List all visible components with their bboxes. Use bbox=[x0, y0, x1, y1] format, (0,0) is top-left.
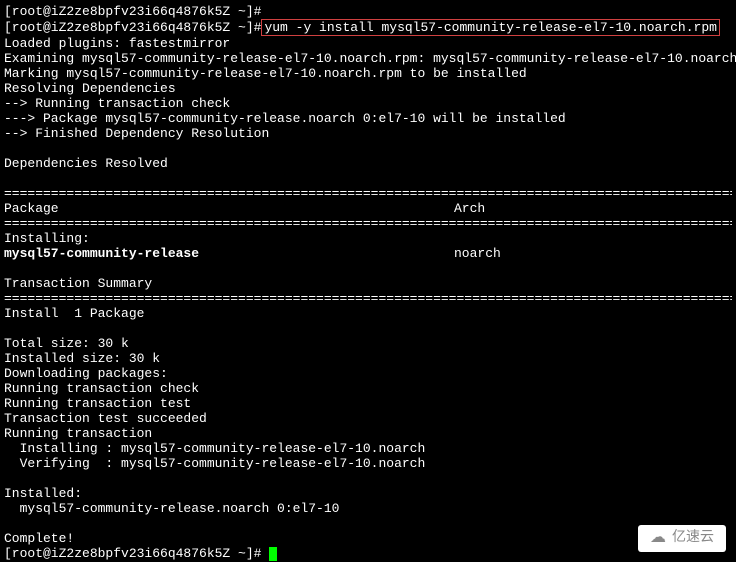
installing-label: Installing: bbox=[4, 231, 732, 246]
installed-pkg: mysql57-community-release.noarch 0:el7-1… bbox=[4, 501, 732, 516]
divider-top: ========================================… bbox=[4, 186, 732, 201]
watermark-badge: ☁ 亿速云 bbox=[638, 525, 726, 552]
total-size: Total size: 30 k bbox=[4, 336, 732, 351]
divider-bottom: ========================================… bbox=[4, 291, 732, 306]
install-count: Install 1 Package bbox=[4, 306, 732, 321]
package-arch: noarch bbox=[454, 246, 732, 261]
blank-line bbox=[4, 141, 732, 156]
blank-line bbox=[4, 261, 732, 276]
transaction-summary: Transaction Summary bbox=[4, 276, 732, 291]
cloud-icon: ☁ bbox=[650, 531, 666, 546]
blank-line bbox=[4, 516, 732, 531]
blank-line bbox=[4, 471, 732, 486]
watermark-text: 亿速云 bbox=[672, 531, 714, 546]
shell-prompt: [root@iZ2ze8bpfv23i66q4876k5Z ~]# bbox=[4, 20, 261, 35]
prompt-line-3[interactable]: [root@iZ2ze8bpfv23i66q4876k5Z ~]# bbox=[4, 546, 732, 561]
verifying-line: Verifying : mysql57-community-release-el… bbox=[4, 456, 732, 471]
table-header-arch: Arch bbox=[454, 201, 732, 216]
downloading: Downloading packages: bbox=[4, 366, 732, 381]
output-examining: Examining mysql57-community-release-el7-… bbox=[4, 51, 732, 66]
output-package-will: ---> Package mysql57-community-release.n… bbox=[4, 111, 732, 126]
table-header-package: Package bbox=[4, 201, 454, 216]
installed-size: Installed size: 30 k bbox=[4, 351, 732, 366]
cursor-icon bbox=[269, 547, 277, 561]
shell-prompt: [root@iZ2ze8bpfv23i66q4876k5Z ~]# bbox=[4, 546, 269, 561]
running-test: Running transaction test bbox=[4, 396, 732, 411]
output-loaded-plugins: Loaded plugins: fastestmirror bbox=[4, 36, 732, 51]
blank-line bbox=[4, 171, 732, 186]
complete: Complete! bbox=[4, 531, 732, 546]
output-running-check: --> Running transaction check bbox=[4, 96, 732, 111]
package-name: mysql57-community-release bbox=[4, 246, 454, 261]
test-succeeded: Transaction test succeeded bbox=[4, 411, 732, 426]
output-finished: --> Finished Dependency Resolution bbox=[4, 126, 732, 141]
output-resolving: Resolving Dependencies bbox=[4, 81, 732, 96]
divider-mid: ========================================… bbox=[4, 216, 732, 231]
blank-line bbox=[4, 321, 732, 336]
installing-line: Installing : mysql57-community-release-e… bbox=[4, 441, 732, 456]
table-row: mysql57-community-release noarch bbox=[4, 246, 732, 261]
output-deps-resolved: Dependencies Resolved bbox=[4, 156, 732, 171]
running-check: Running transaction check bbox=[4, 381, 732, 396]
command-highlight: yum -y install mysql57-community-release… bbox=[261, 19, 719, 36]
output-marking: Marking mysql57-community-release-el7-10… bbox=[4, 66, 732, 81]
shell-prompt: [root@iZ2ze8bpfv23i66q4876k5Z ~]# bbox=[4, 4, 261, 19]
prompt-line-1: [root@iZ2ze8bpfv23i66q4876k5Z ~]# bbox=[4, 4, 732, 19]
running-transaction: Running transaction bbox=[4, 426, 732, 441]
installed-label: Installed: bbox=[4, 486, 732, 501]
table-header-row: Package Arch bbox=[4, 201, 732, 216]
prompt-line-2[interactable]: [root@iZ2ze8bpfv23i66q4876k5Z ~]# yum -y… bbox=[4, 19, 732, 36]
